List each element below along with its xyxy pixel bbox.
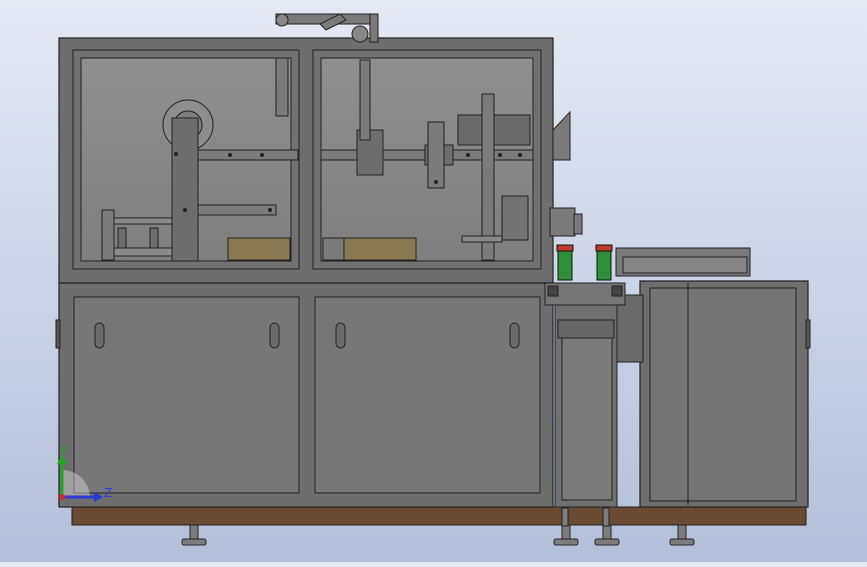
carton-left [227,237,291,261]
triad-z-label: Z [104,486,112,500]
triad-y-label: Y [59,444,68,458]
carton-right [343,237,417,261]
left-door[interactable] [73,296,300,494]
side-mechanism [549,110,583,237]
machine-drawing: Y Z [55,13,811,546]
base-plate [71,506,807,526]
right-door[interactable] [314,296,541,494]
product-cans [556,244,613,281]
cad-viewport[interactable]: Y Z [0,0,867,562]
